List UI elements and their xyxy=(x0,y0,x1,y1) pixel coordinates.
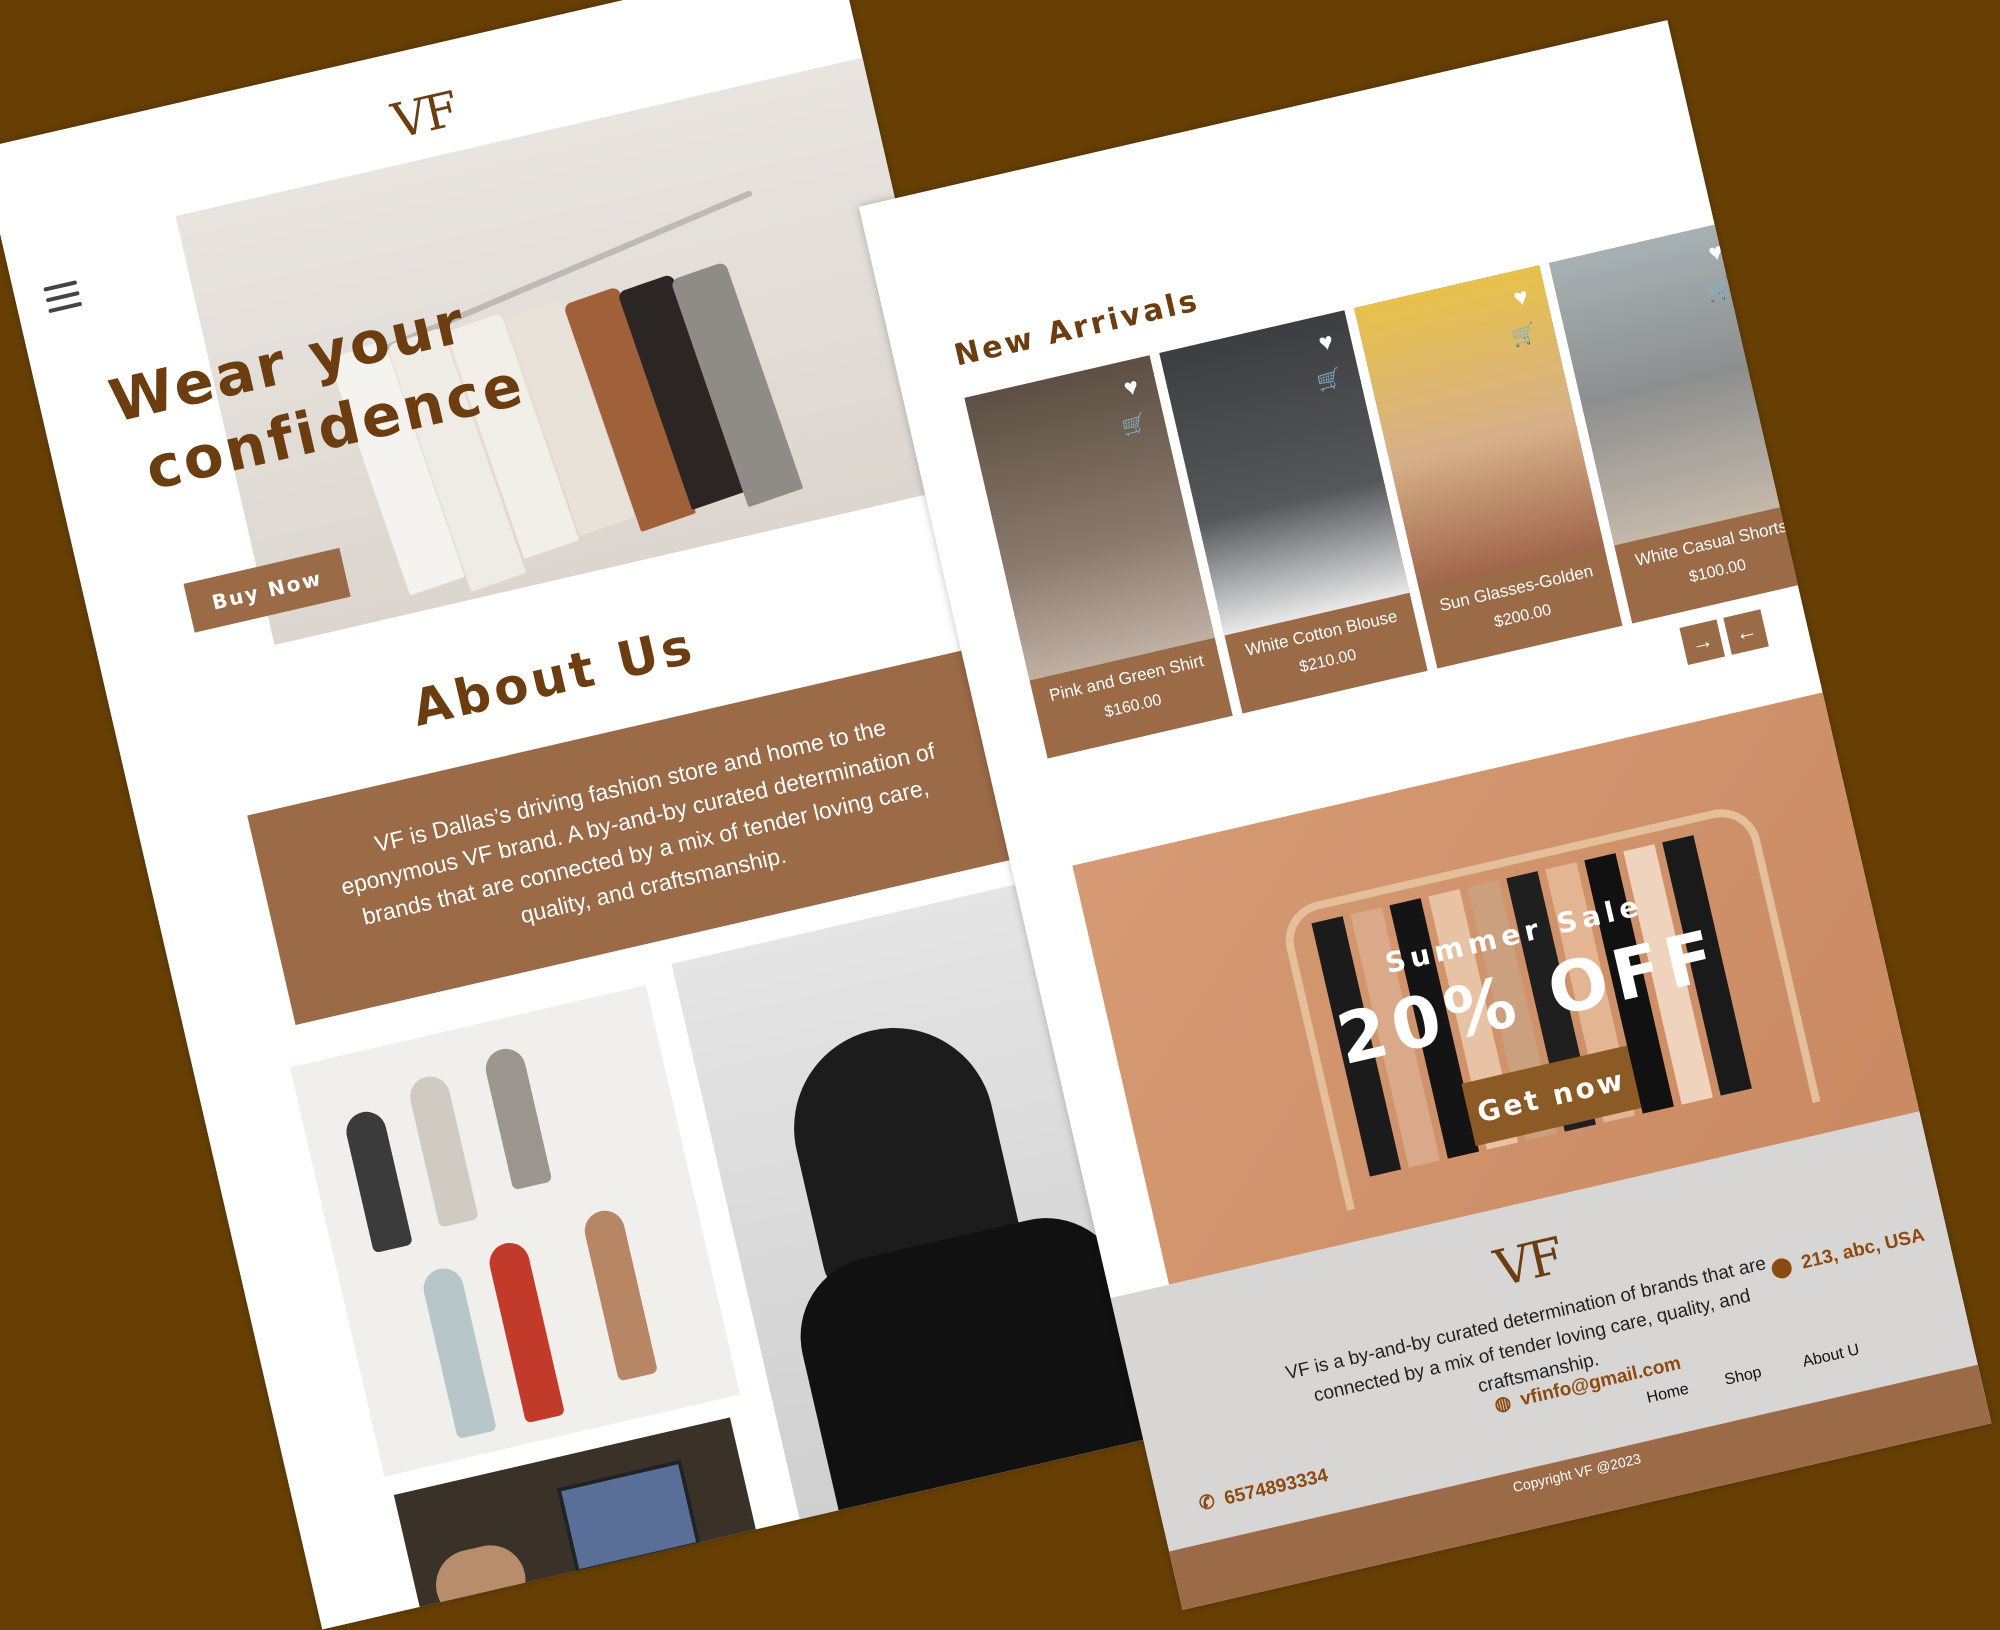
phone-icon: ✆ xyxy=(1197,1491,1218,1516)
fashion-sketches-image xyxy=(289,985,741,1477)
footer-nav-home[interactable]: Home xyxy=(1645,1381,1691,1408)
copyright-text: Copyright VF @2023 xyxy=(1511,1450,1643,1496)
footer-nav-about[interactable]: About U xyxy=(1801,1341,1861,1372)
carousel-prev-button[interactable]: ← xyxy=(1723,609,1769,655)
arrow-left-icon: ← xyxy=(1732,616,1760,647)
footer-nav-shop[interactable]: Shop xyxy=(1723,1364,1763,1390)
footer-phone[interactable]: ✆ 6574893334 xyxy=(1197,1464,1330,1516)
carousel-next-button[interactable]: → xyxy=(1679,619,1726,665)
hamburger-menu-icon[interactable] xyxy=(43,280,83,314)
location-pin-icon: ⬤ xyxy=(1768,1255,1795,1281)
product-carousel: ♥ 🛒 Pink and Green Shirt $160.00 ♥ 🛒 Whi… xyxy=(964,211,1856,759)
arrow-right-icon: → xyxy=(1688,627,1716,657)
globe-icon: ◍ xyxy=(1492,1391,1514,1417)
footer-address: ⬤ 213, abc, USA xyxy=(1768,1224,1927,1281)
